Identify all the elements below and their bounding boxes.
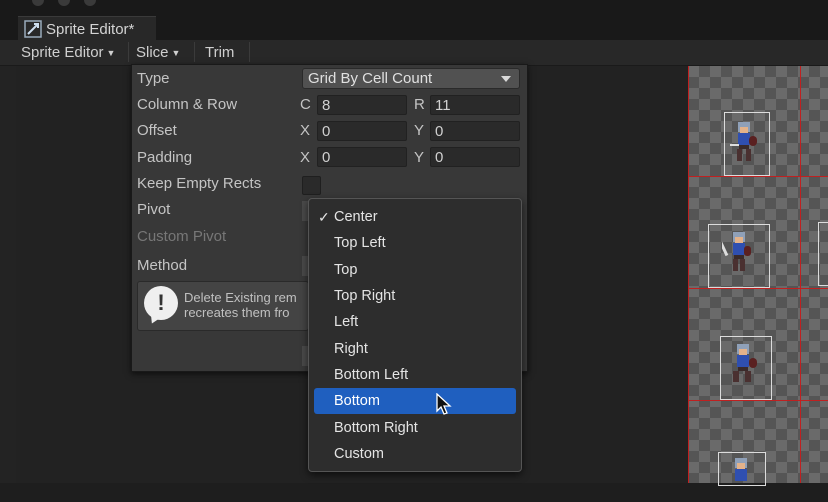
slice-type-value: Grid By Cell Count — [308, 70, 433, 87]
title-bar — [0, 0, 828, 14]
offset-y-field[interactable]: 0 — [430, 121, 520, 141]
pivot-option-top-right[interactable]: Top Right — [314, 283, 516, 309]
sprite-editor-label: Sprite Editor — [21, 43, 104, 61]
checkmark-icon: ✓ — [318, 209, 330, 225]
window-control[interactable] — [58, 0, 70, 6]
padding-label: Padding — [137, 149, 193, 166]
type-label: Type — [137, 70, 170, 87]
method-label: Method — [137, 257, 188, 274]
sprite-rect[interactable] — [818, 222, 828, 286]
knight-sprite — [735, 458, 747, 481]
window-control[interactable] — [84, 0, 96, 6]
slice-line — [800, 66, 801, 483]
trim-button[interactable]: Trim — [201, 41, 238, 63]
trim-label: Trim — [205, 43, 235, 61]
keep-empty-rects-label: Keep Empty Rects — [137, 175, 262, 192]
slice-line — [688, 176, 828, 177]
menu-item-label: Center — [334, 209, 378, 225]
chevron-down-icon: ▼ — [171, 48, 181, 58]
menu-item-label: Top Left — [334, 235, 386, 251]
slice-dropdown[interactable]: Slice ▼ — [132, 41, 184, 63]
column-axis-label: C — [300, 96, 311, 113]
knight-sprite — [730, 122, 757, 161]
slice-line — [688, 66, 689, 483]
offset-x-field[interactable]: 0 — [317, 121, 407, 141]
pivot-option-left[interactable]: Left — [314, 309, 516, 335]
window-control[interactable] — [32, 0, 44, 6]
pivot-option-custom[interactable]: Custom — [314, 441, 516, 467]
slice-label: Slice — [136, 43, 169, 61]
pivot-option-top-left[interactable]: Top Left — [314, 230, 516, 256]
menu-item-label: Right — [334, 341, 368, 357]
column-count-field[interactable]: 8 — [317, 95, 407, 115]
pivot-option-center[interactable]: ✓ Center — [314, 204, 516, 230]
menu-item-label: Bottom Left — [334, 367, 409, 383]
menu-item-label: Top — [334, 262, 358, 278]
padding-y-label: Y — [414, 149, 425, 166]
offset-label: Offset — [137, 122, 177, 139]
column-row-label: Column & Row — [137, 96, 238, 113]
row-axis-label: R — [414, 96, 425, 113]
menu-item-label: Bottom Right — [334, 420, 418, 436]
padding-x-label: X — [300, 149, 311, 166]
knight-sprite — [722, 232, 751, 271]
sprite-editor-dropdown[interactable]: Sprite Editor ▼ — [17, 41, 119, 63]
row-count-field[interactable]: 11 — [430, 95, 520, 115]
chevron-down-icon — [501, 76, 511, 82]
custom-pivot-label: Custom Pivot — [137, 228, 227, 245]
menu-item-label: Custom — [334, 446, 384, 462]
sprite-editor-icon — [24, 20, 42, 38]
pivot-option-top[interactable]: Top — [314, 257, 516, 283]
pivot-option-bottom-right[interactable]: Bottom Right — [314, 415, 516, 441]
pivot-label: Pivot — [137, 201, 171, 218]
divider — [194, 42, 195, 62]
toolbar — [0, 40, 828, 66]
mouse-pointer-icon — [436, 393, 452, 415]
slice-line — [688, 288, 828, 289]
pivot-option-bottom[interactable]: Bottom — [314, 388, 516, 414]
info-exclamation-icon: ! — [144, 286, 178, 320]
slice-type-dropdown[interactable]: Grid By Cell Count — [302, 68, 520, 89]
pivot-option-right[interactable]: Right — [314, 336, 516, 362]
slice-line — [688, 400, 828, 401]
divider — [249, 42, 250, 62]
chevron-down-icon: ▼ — [106, 48, 116, 58]
menu-item-label: Top Right — [334, 288, 396, 304]
tab-title: Sprite Editor* — [46, 20, 135, 38]
help-text-line: recreates them fro — [184, 305, 290, 320]
tab-sprite-editor[interactable]: Sprite Editor* — [18, 16, 156, 41]
menu-item-label: Left — [334, 314, 359, 330]
divider — [128, 42, 129, 62]
keep-empty-rects-checkbox[interactable] — [302, 176, 321, 195]
help-text-line: Delete Existing rem — [184, 290, 297, 305]
pivot-option-bottom-left[interactable]: Bottom Left — [314, 362, 516, 388]
menu-item-label: Bottom — [334, 393, 380, 409]
offset-y-label: Y — [414, 122, 425, 139]
left-gutter — [0, 66, 16, 483]
offset-x-label: X — [300, 122, 311, 139]
padding-x-field[interactable]: 0 — [317, 147, 407, 167]
padding-y-field[interactable]: 0 — [430, 147, 520, 167]
knight-sprite — [733, 344, 757, 382]
